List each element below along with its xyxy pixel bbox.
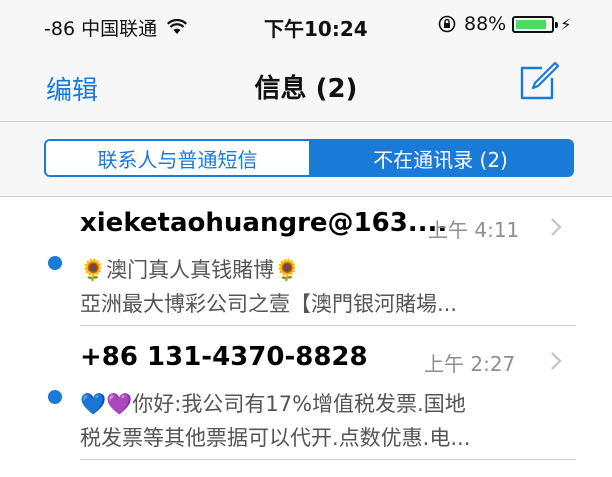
segment-area: 联系人与普通短信 不在通讯录 (2) — [0, 123, 612, 197]
message-preview-line-2: 税发票等其他票据可以代开.点数优惠.电... — [80, 426, 471, 450]
row-divider — [80, 325, 576, 326]
chevron-right-icon — [550, 351, 562, 371]
battery-percent: 88% — [464, 13, 507, 35]
message-row[interactable]: +86 131-4370-8828 上午 2:27 💙💜你好:我公司有17%增值… — [0, 332, 612, 460]
row-divider — [80, 459, 576, 460]
segment-contacts[interactable]: 联系人与普通短信 — [46, 141, 309, 175]
rotation-lock-icon — [438, 15, 456, 33]
clock-time: 下午10:24 — [264, 17, 368, 41]
carrier-label: -86 中国联通 — [44, 18, 158, 40]
status-bar: -86 中国联通 下午10:24 88% ⚡ — [0, 0, 612, 46]
unread-indicator — [48, 390, 62, 404]
battery-icon — [512, 15, 559, 33]
segment-unknown-senders[interactable]: 不在通讯录 (2) — [309, 141, 572, 175]
message-sender: xieketaohuangre@163.... — [80, 208, 448, 238]
message-time: 上午 2:27 — [424, 352, 516, 376]
carrier-group: -86 中国联通 — [44, 14, 188, 41]
battery-group: 88% ⚡ — [438, 13, 571, 35]
segmented-control: 联系人与普通短信 不在通讯录 (2) — [44, 139, 574, 177]
message-preview-line-2: 亞洲最大博彩公司之壹【澳門银河賭場... — [80, 292, 458, 316]
compose-icon[interactable] — [518, 60, 560, 102]
charging-bolt-icon: ⚡ — [560, 14, 572, 34]
message-row[interactable]: xieketaohuangre@163.... 上午 4:11 🌻澳门真人真钱賭… — [0, 198, 612, 326]
message-time: 上午 4:11 — [428, 218, 520, 242]
wifi-icon — [167, 18, 188, 40]
unread-indicator — [48, 256, 62, 270]
navigation-bar: 编辑 信息 (2) — [0, 46, 612, 122]
message-preview-line-1: 💙💜你好:我公司有17%增值税发票.国地 — [80, 392, 466, 416]
message-sender: +86 131-4370-8828 — [80, 342, 368, 372]
chevron-right-icon — [550, 217, 562, 237]
message-preview-line-1: 🌻澳门真人真钱賭博🌻 — [80, 258, 301, 282]
